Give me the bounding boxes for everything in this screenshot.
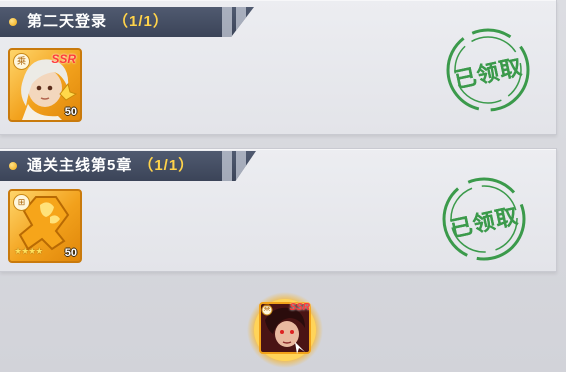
item-count: 50 bbox=[64, 247, 77, 259]
rarity-label: SSR bbox=[289, 302, 310, 313]
task-progress: （1/1） bbox=[138, 157, 195, 174]
task-card: 第二天登录 （1/1） 乘 SSR 50 已领取 bbox=[0, 0, 557, 135]
task-card: 通关主线第5章 （1/1） ⊞ ★★★★ 50 已领取 bbox=[0, 148, 557, 272]
task-title-text: 通关主线第5章 bbox=[27, 157, 133, 174]
bullet-icon bbox=[9, 162, 17, 170]
featured-reward[interactable]: 乘 SSR bbox=[246, 290, 324, 368]
star-rating: ★★★★ bbox=[14, 246, 43, 256]
task-progress: （1/1） bbox=[113, 13, 169, 30]
reward-item[interactable]: 乘 SSR 50 bbox=[8, 48, 82, 122]
item-type-badge: ⊞ bbox=[13, 194, 30, 211]
claimed-stamp: 已领取 bbox=[442, 24, 534, 116]
item-type-badge: 乘 bbox=[13, 53, 30, 70]
task-title: 通关主线第5章 （1/1） bbox=[27, 151, 194, 181]
task-title-text: 第二天登录 bbox=[27, 13, 108, 30]
claimed-stamp: 已领取 bbox=[438, 173, 530, 265]
reward-item[interactable]: ⊞ ★★★★ 50 bbox=[8, 189, 82, 263]
item-count: 50 bbox=[64, 106, 77, 118]
item-type-badge: 乘 bbox=[263, 305, 271, 312]
task-title: 第二天登录 （1/1） bbox=[27, 7, 169, 37]
rarity-label: SSR bbox=[51, 52, 76, 66]
bullet-icon bbox=[9, 18, 17, 26]
